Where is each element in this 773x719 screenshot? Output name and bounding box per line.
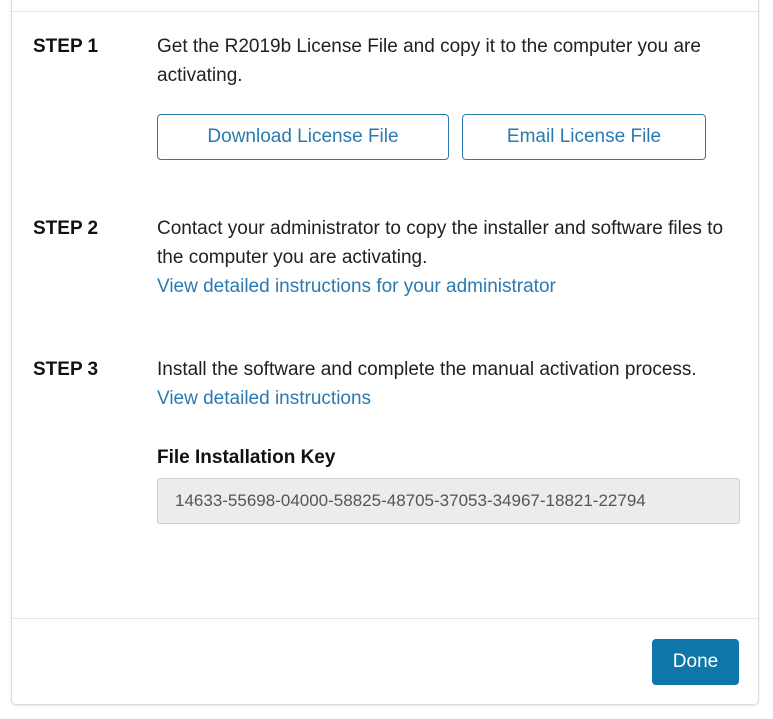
step-1-body: Get the R2019b License File and copy it …: [157, 32, 747, 160]
detailed-instructions-link[interactable]: View detailed instructions: [157, 384, 371, 413]
step-1-text: Get the R2019b License File and copy it …: [157, 36, 701, 86]
step-3-label: STEP 3: [33, 359, 99, 380]
footer-divider: [12, 618, 758, 619]
step-3-body: Install the software and complete the ma…: [157, 355, 747, 524]
top-divider: [12, 11, 758, 12]
done-button[interactable]: Done: [652, 639, 739, 685]
file-installation-key-field[interactable]: [157, 478, 740, 524]
license-button-row: Download License File Email License File: [157, 114, 747, 160]
file-installation-key-label: File Installation Key: [157, 447, 336, 468]
email-license-file-button[interactable]: Email License File: [462, 114, 706, 160]
activation-dialog: STEP 1 Get the R2019b License File and c…: [11, 0, 759, 705]
step-2-text: Contact your administrator to copy the i…: [157, 218, 724, 268]
download-license-file-button[interactable]: Download License File: [157, 114, 449, 160]
step-1-label: STEP 1: [33, 36, 99, 57]
step-2-body: Contact your administrator to copy the i…: [157, 214, 747, 301]
step-2-label: STEP 2: [33, 218, 99, 239]
administrator-instructions-link[interactable]: View detailed instructions for your admi…: [157, 272, 556, 301]
step-3-text: Install the software and complete the ma…: [157, 359, 697, 380]
